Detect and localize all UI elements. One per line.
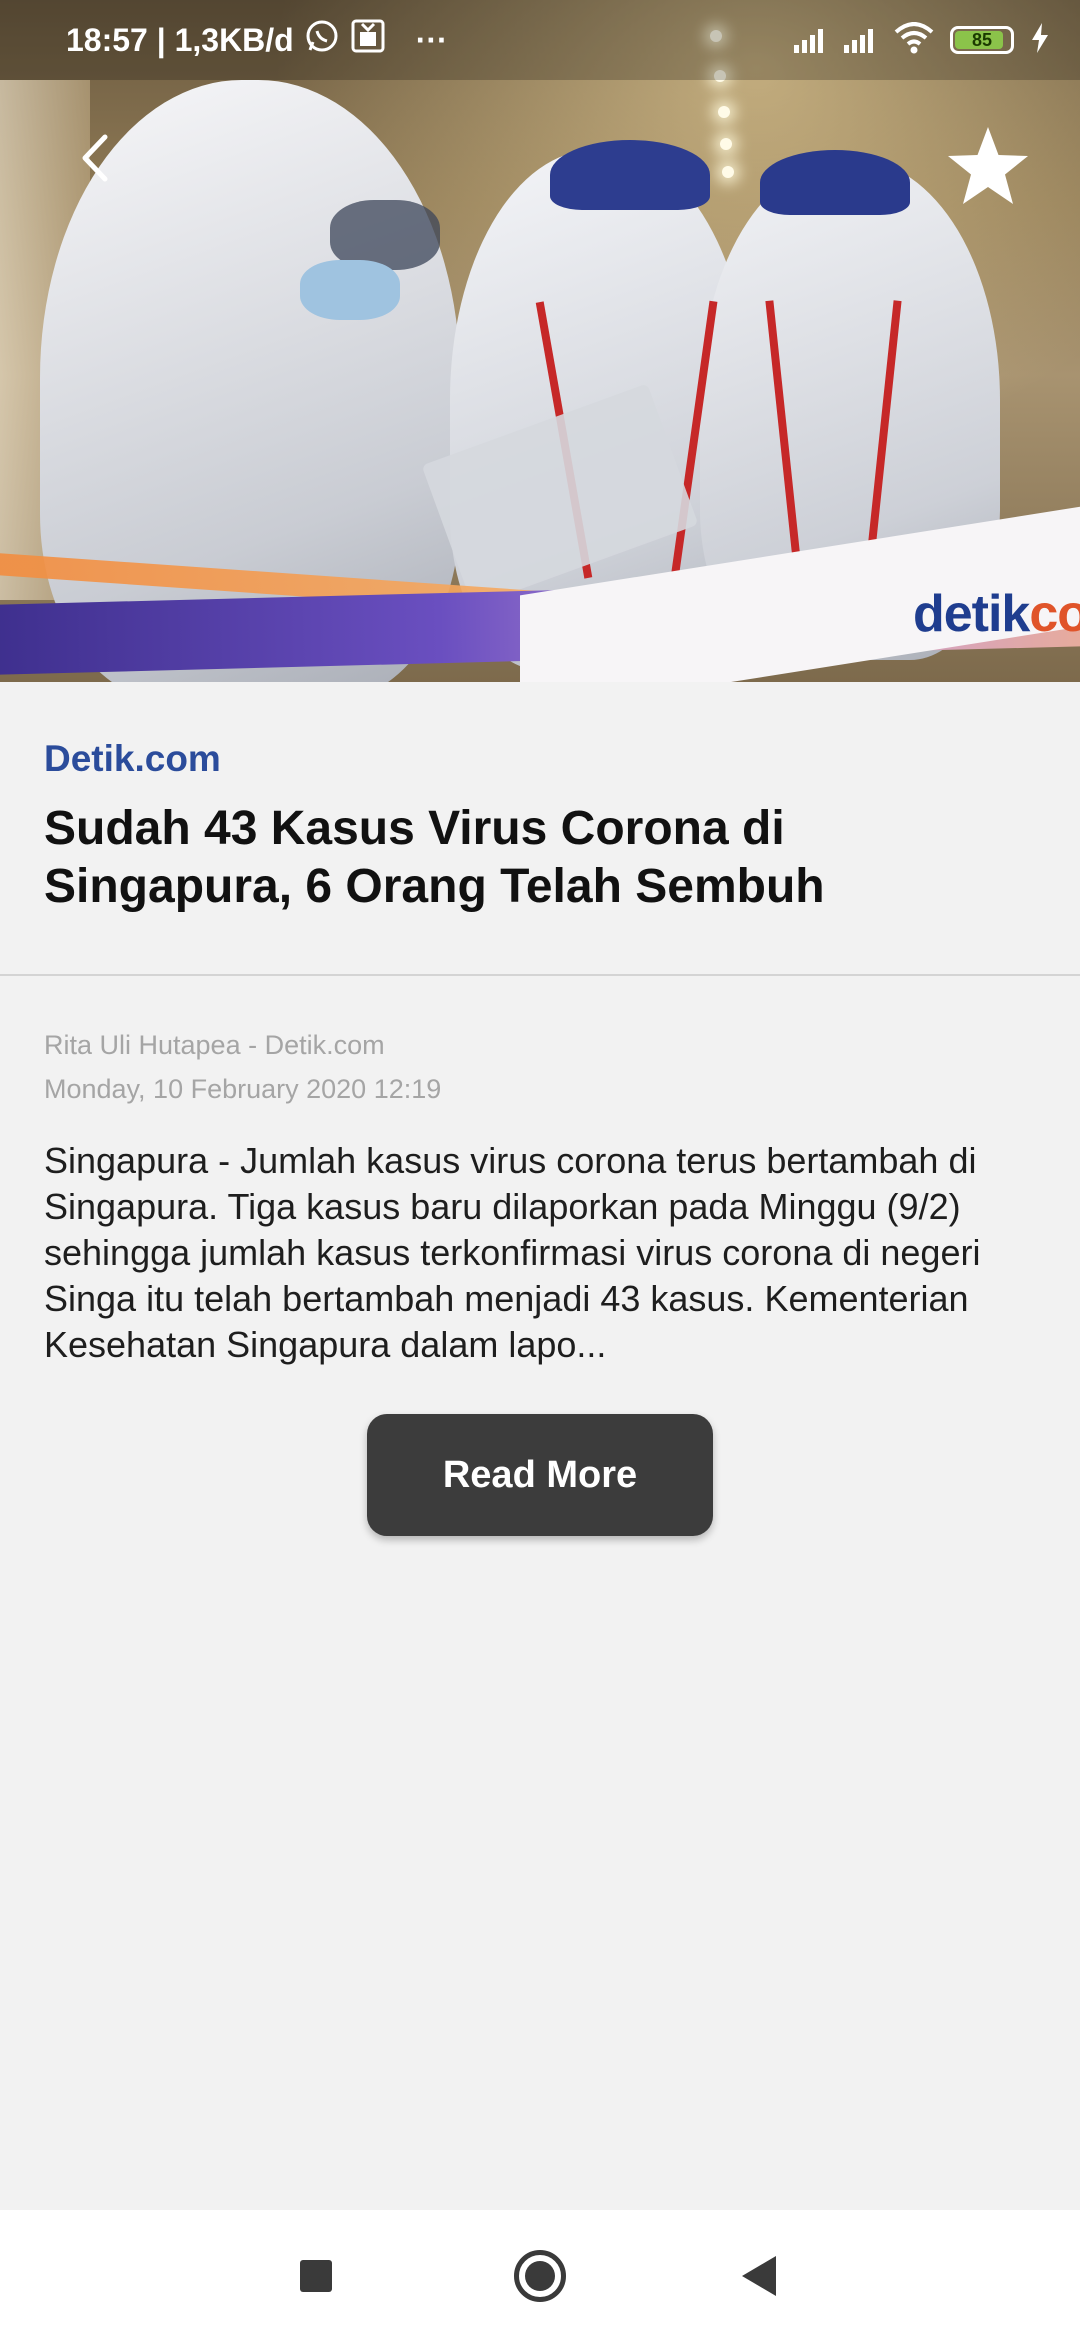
face-shield-1 bbox=[550, 140, 710, 210]
article-source[interactable]: Detik.com bbox=[44, 738, 221, 780]
battery-icon: 85 bbox=[950, 26, 1014, 54]
face-mask bbox=[300, 260, 400, 320]
status-left: 18:57 | 1,3KB/d ··· bbox=[66, 18, 448, 62]
status-right: 85 bbox=[794, 21, 1050, 59]
charging-icon bbox=[1030, 22, 1050, 58]
detik-watermark-logo: detikco bbox=[912, 585, 1080, 643]
notification-app-icon bbox=[350, 18, 386, 62]
chevron-left-icon bbox=[77, 133, 113, 188]
read-more-button[interactable]: Read More bbox=[367, 1414, 713, 1536]
battery-level: 85 bbox=[971, 29, 993, 50]
favorite-button[interactable] bbox=[940, 120, 1036, 216]
home-icon[interactable] bbox=[514, 2250, 566, 2302]
status-time-speed: 18:57 | 1,3KB/d bbox=[66, 21, 294, 58]
more-dots: ··· bbox=[415, 21, 448, 58]
wifi-icon bbox=[894, 21, 934, 59]
signal-icon bbox=[794, 27, 828, 53]
divider bbox=[0, 974, 1080, 976]
article-hero-image: detikco bbox=[0, 0, 1080, 682]
whatsapp-icon bbox=[304, 18, 340, 62]
article-date: Monday, 10 February 2020 12:19 bbox=[44, 1074, 442, 1104]
article-title: Sudah 43 Kasus Virus Corona di Singapura… bbox=[44, 802, 825, 913]
recent-apps-icon[interactable] bbox=[300, 2260, 332, 2292]
system-nav-bar bbox=[0, 2210, 1080, 2340]
signal-icon bbox=[844, 27, 878, 53]
article-author: Rita Uli Hutapea - Detik.com bbox=[44, 1030, 385, 1060]
back-button[interactable] bbox=[60, 120, 130, 200]
back-icon[interactable] bbox=[742, 2256, 776, 2296]
face-shield-2 bbox=[760, 150, 910, 215]
star-icon bbox=[945, 125, 1031, 212]
status-bar: 18:57 | 1,3KB/d ··· 85 bbox=[0, 0, 1080, 80]
article-excerpt: Singapura - Jumlah kasus virus corona te… bbox=[44, 1140, 981, 1365]
